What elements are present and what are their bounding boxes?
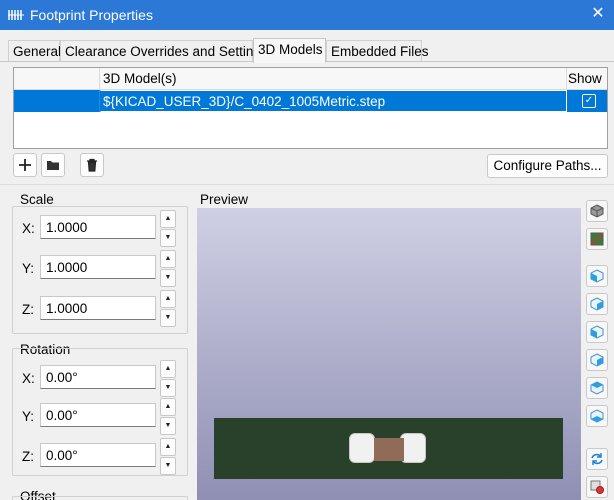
rotation-y-label: Y: [22, 409, 35, 424]
scale-x-spin-down[interactable]: ▼ [160, 229, 176, 247]
offset-group [12, 496, 188, 500]
show-checkbox[interactable]: ✓ [582, 94, 596, 108]
view-back-icon [590, 353, 604, 367]
rotation-x-spin-down[interactable]: ▼ [160, 379, 176, 397]
scale-y-input[interactable]: 1.0000 [40, 255, 156, 279]
browse-model-button[interactable] [41, 153, 65, 177]
scale-z-input[interactable]: 1.0000 [40, 296, 156, 320]
scale-z-spin-up[interactable]: ▲ [160, 290, 176, 308]
rotation-x-input[interactable]: 0.00° [40, 365, 156, 389]
tab-clearance-overrides[interactable]: Clearance Overrides and Settings [60, 40, 268, 62]
rotation-y-spin-down[interactable]: ▼ [160, 417, 176, 435]
scale-y-spin-up[interactable]: ▲ [160, 250, 176, 268]
tab-general[interactable]: General [8, 40, 61, 62]
column-header-show[interactable]: Show [567, 68, 609, 90]
folder-icon [47, 161, 59, 170]
rotation-z-spin-up[interactable]: ▲ [160, 438, 176, 456]
3d-preview-canvas[interactable] [197, 208, 581, 500]
board-layers-icon [590, 232, 604, 246]
scale-z-spin-down[interactable]: ▼ [160, 309, 176, 327]
title-bar: Footprint Properties ✕ [0, 0, 614, 30]
plus-icon [19, 159, 31, 171]
trash-icon [87, 158, 97, 172]
reload-icon [591, 453, 603, 465]
view-iso-button[interactable] [586, 200, 608, 222]
reload-button[interactable] [586, 448, 608, 470]
view-left-icon [590, 269, 604, 283]
rotation-z-input[interactable]: 0.00° [40, 443, 156, 467]
board-layers-button[interactable] [586, 228, 608, 250]
row-header-corner [14, 68, 100, 90]
rotation-x-label: X: [22, 371, 35, 386]
tab-bar: General Clearance Overrides and Settings… [0, 38, 614, 63]
delete-model-button[interactable] [80, 153, 104, 177]
preview-label: Preview [200, 192, 249, 207]
rotation-z-label: Z: [22, 449, 34, 464]
view-left-button[interactable] [586, 265, 608, 287]
table-row[interactable]: ${KICAD_USER_3D}/C_0402_1005Metric.step … [14, 90, 607, 112]
view-right-icon [590, 297, 604, 311]
view-bottom-button[interactable] [586, 405, 608, 427]
window-title: Footprint Properties [30, 7, 153, 23]
table-header: 3D Model(s) Show [14, 68, 607, 90]
add-model-button[interactable] [13, 153, 37, 177]
close-button[interactable]: ✕ [588, 4, 608, 24]
rotation-x-spin-up[interactable]: ▲ [160, 360, 176, 378]
show-cell[interactable]: ✓ [567, 90, 609, 112]
view-front-icon [590, 325, 604, 339]
kicad-app-icon [8, 10, 24, 20]
scale-label: Scale [20, 192, 54, 207]
view-bottom-icon [590, 409, 604, 423]
divider [0, 184, 614, 185]
capacitor-pad-left [349, 433, 375, 463]
row-header[interactable] [14, 90, 100, 112]
scale-x-input[interactable]: 1.0000 [40, 215, 156, 239]
capacitor-body [374, 438, 404, 461]
scale-y-label: Y: [22, 261, 35, 276]
view-right-button[interactable] [586, 293, 608, 315]
scale-z-label: Z: [22, 302, 34, 317]
view-top-button[interactable] [586, 377, 608, 399]
settings-icon [590, 480, 604, 494]
tab-3d-models[interactable]: 3D Models [253, 38, 326, 63]
column-header-model[interactable]: 3D Model(s) [100, 68, 567, 90]
rotation-z-spin-down[interactable]: ▼ [160, 457, 176, 475]
view-front-button[interactable] [586, 321, 608, 343]
view-top-icon [590, 381, 604, 395]
models-table: 3D Model(s) Show ${KICAD_USER_3D}/C_0402… [13, 67, 608, 149]
view-back-button[interactable] [586, 349, 608, 371]
configure-paths-button[interactable]: Configure Paths... [487, 154, 608, 178]
cube-iso-icon [590, 204, 604, 218]
rotation-y-input[interactable]: 0.00° [40, 403, 156, 427]
tab-embedded-files[interactable]: Embedded Files [326, 40, 429, 62]
scale-x-spin-up[interactable]: ▲ [160, 210, 176, 228]
scale-x-label: X: [22, 221, 35, 236]
rotation-y-spin-up[interactable]: ▲ [160, 398, 176, 416]
scale-y-spin-down[interactable]: ▼ [160, 269, 176, 287]
model-path-cell[interactable]: ${KICAD_USER_3D}/C_0402_1005Metric.step [100, 90, 567, 112]
preview-settings-button[interactable] [586, 476, 608, 498]
